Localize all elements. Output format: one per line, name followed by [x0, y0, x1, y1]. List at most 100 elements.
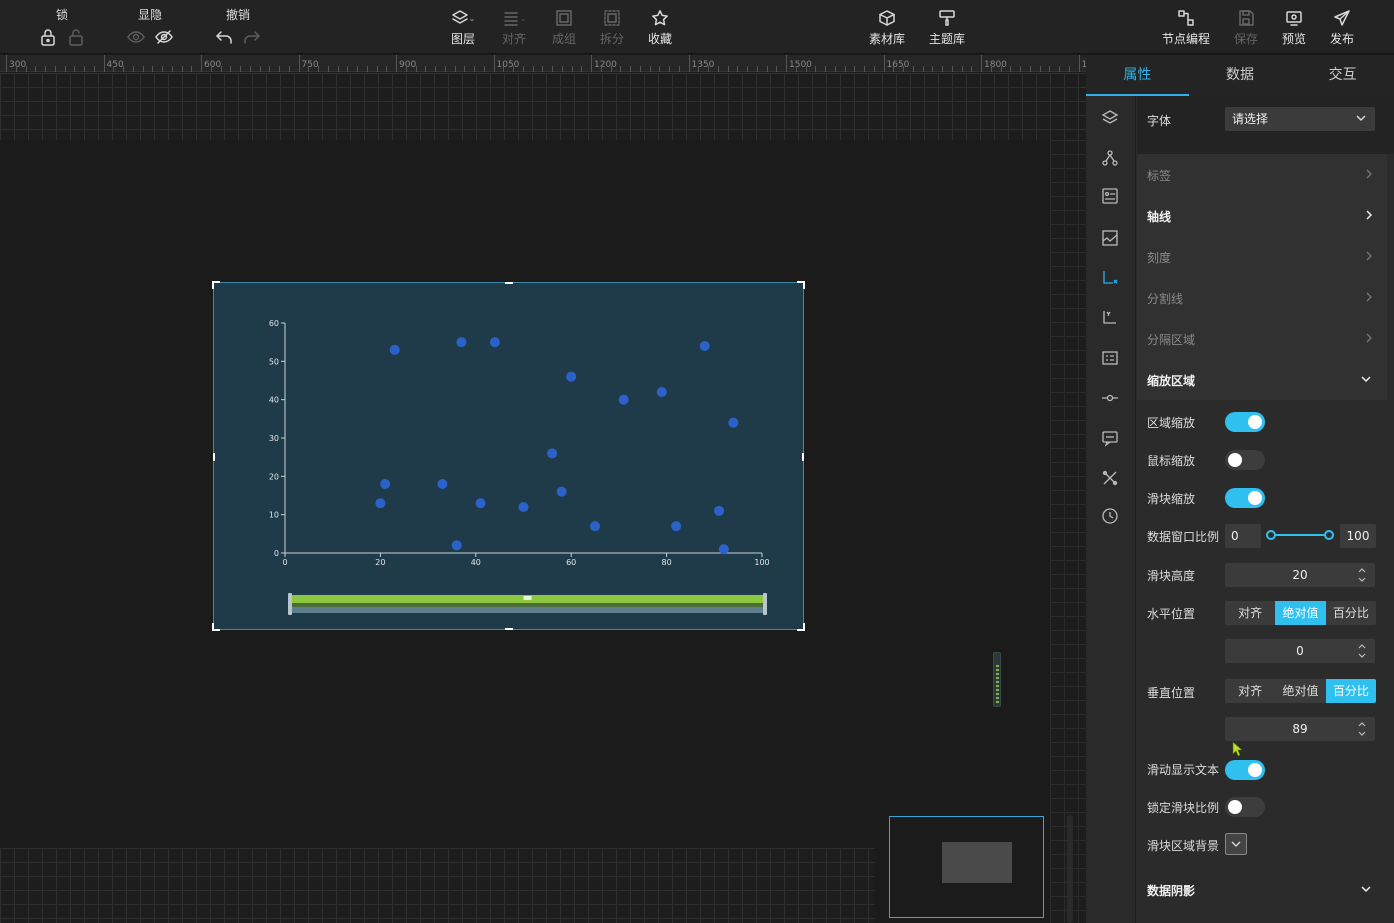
mouse-zoom-toggle[interactable] — [1225, 450, 1265, 470]
ruler-minor-tick — [873, 66, 875, 72]
ruler-minor-tick — [376, 66, 378, 72]
ruler-minor-tick — [903, 66, 904, 72]
ruler-minor-tick — [327, 66, 329, 72]
stepper-arrows-icon[interactable] — [1357, 719, 1367, 739]
slider-height-input[interactable]: 20 — [1225, 563, 1375, 587]
scatter-point — [547, 448, 558, 459]
resize-handle-bottom[interactable] — [505, 628, 513, 630]
tab-data[interactable]: 数据 — [1189, 55, 1292, 96]
save-button[interactable]: 保存 — [1226, 8, 1266, 47]
preview-button[interactable]: 预览 — [1274, 8, 1314, 47]
themes-button[interactable]: 主题库 — [927, 8, 967, 47]
minimap-scrollbar[interactable] — [1067, 815, 1073, 923]
monitor-eye-icon — [1274, 8, 1314, 28]
align-button[interactable]: ⌄ 对齐 — [494, 8, 534, 47]
visibility-group: 显隐 — [122, 6, 178, 49]
tab-interaction[interactable]: 交互 — [1291, 55, 1394, 96]
resize-handle-right[interactable] — [802, 453, 804, 461]
y-tick-label: 20 — [269, 472, 279, 481]
hide-icon[interactable] — [155, 28, 173, 49]
ungroup-icon — [592, 8, 632, 28]
unlock-icon[interactable] — [67, 28, 85, 49]
vertical-position-input[interactable]: 89 — [1225, 717, 1375, 741]
section-data-shadow[interactable]: 数据阴影 — [1137, 869, 1387, 910]
ruler-minor-tick — [678, 66, 680, 72]
stepper-arrows-icon[interactable] — [1357, 565, 1367, 585]
horizontal-option-absolute[interactable]: 绝对值 — [1275, 601, 1326, 625]
ruler-minor-tick — [415, 66, 417, 72]
horizontal-position-input[interactable]: 0 — [1225, 639, 1375, 663]
show-text-toggle[interactable] — [1225, 760, 1265, 780]
scatter-chart: 0 10 20 30 40 50 60 0 20 40 60 80 100 — [269, 319, 770, 615]
redo-icon[interactable] — [243, 28, 261, 49]
section-split-line[interactable]: 分割线 — [1137, 277, 1387, 318]
ruler-minor-tick — [454, 66, 456, 72]
chart-area-icon[interactable] — [1101, 229, 1121, 249]
layers-icon[interactable] — [1101, 109, 1121, 129]
layers-button[interactable]: ⌄ 图层 — [443, 8, 483, 47]
window-ratio-slider-end-handle[interactable] — [1324, 530, 1334, 540]
section-label[interactable]: 标签 — [1137, 154, 1387, 195]
vertical-option-align[interactable]: 对齐 — [1225, 679, 1275, 703]
ruler-minor-tick — [503, 66, 505, 72]
minimap[interactable] — [889, 816, 1044, 918]
resize-handle-bottom-right[interactable] — [797, 623, 805, 631]
lock-ratio-label: 锁定滑块比例 — [1147, 801, 1220, 815]
group-button[interactable]: 成组 — [544, 8, 584, 47]
window-ratio-start-input[interactable]: 0 — [1225, 524, 1261, 548]
show-icon[interactable] — [127, 28, 145, 49]
lock-ratio-toggle[interactable] — [1225, 797, 1265, 817]
canvas-scroll-indicator[interactable] — [993, 652, 1001, 707]
y-axis-icon[interactable] — [1101, 309, 1121, 329]
window-ratio-slider-start-handle[interactable] — [1266, 530, 1276, 540]
window-ratio-slider-track[interactable] — [1271, 534, 1331, 536]
ungroup-button[interactable]: 拆分 — [592, 8, 632, 47]
window-ratio-end-input[interactable]: 100 — [1340, 524, 1376, 548]
resize-handle-bottom-left[interactable] — [212, 623, 220, 631]
tooltip-icon[interactable] — [1101, 429, 1121, 449]
ruler-minor-tick — [279, 66, 280, 72]
lock-icon[interactable] — [39, 28, 57, 49]
top-toolbar: 锁 显隐 撤销 ⌄ 图层 ⌄ 对齐 成组 拆分 收藏 素材库 主题库 节点编程 … — [0, 0, 1394, 54]
area-zoom-toggle[interactable] — [1225, 412, 1265, 432]
stepper-arrows-icon[interactable] — [1357, 641, 1367, 661]
resize-handle-top[interactable] — [505, 282, 513, 284]
section-zoom-area[interactable]: 缩放区域 — [1137, 359, 1387, 400]
favorite-button[interactable]: 收藏 — [640, 8, 680, 47]
y-tick-label: 40 — [269, 396, 279, 405]
section-split-area[interactable]: 分隔区域 — [1137, 318, 1387, 359]
ruler-major-tick — [981, 55, 982, 72]
section-ticks[interactable]: 刻度 — [1137, 236, 1387, 277]
chevron-down-icon — [1355, 107, 1367, 139]
canvas-area[interactable]: 300 450 600 750 900 1050 1200 1350 1500 1650 1800 1… — [0, 55, 1086, 923]
ruler-minor-tick — [600, 66, 602, 72]
horizontal-option-percent[interactable]: 百分比 — [1326, 601, 1376, 625]
x-axis-icon[interactable] — [1101, 269, 1121, 289]
assets-button[interactable]: 素材库 — [867, 8, 907, 47]
clock-icon[interactable] — [1101, 507, 1121, 527]
tools-icon[interactable] — [1101, 469, 1121, 489]
horizontal-option-align[interactable]: 对齐 — [1225, 601, 1275, 625]
series-icon[interactable] — [1101, 389, 1121, 409]
resize-handle-left[interactable] — [213, 453, 215, 461]
font-select[interactable]: 请选择 — [1225, 107, 1375, 131]
settings-panel-icon[interactable] — [1101, 187, 1121, 207]
scatter-chart-widget[interactable]: 0 10 20 30 40 50 60 0 20 40 60 80 100 — [212, 281, 805, 631]
publish-button[interactable]: 发布 — [1322, 8, 1362, 47]
vertical-option-percent[interactable]: 百分比 — [1325, 679, 1376, 703]
undo-icon[interactable] — [215, 28, 233, 49]
section-axis-line[interactable]: 轴线 — [1137, 195, 1387, 236]
ruler-minor-tick — [610, 66, 612, 72]
network-icon[interactable] — [1101, 149, 1121, 169]
slider-zoom-toggle[interactable] — [1225, 488, 1265, 508]
resize-handle-top-left[interactable] — [212, 281, 220, 289]
resize-handle-top-right[interactable] — [797, 281, 805, 289]
slider-height-label: 滑块高度 — [1147, 569, 1196, 583]
tab-properties[interactable]: 属性 — [1086, 55, 1189, 96]
vertical-option-absolute[interactable]: 绝对值 — [1275, 679, 1325, 703]
legend-icon[interactable] — [1101, 349, 1121, 369]
node-programming-button[interactable]: 节点编程 — [1160, 8, 1212, 47]
minimap-viewport[interactable] — [942, 842, 1012, 883]
ruler-label: 1050 — [496, 60, 520, 70]
slider-background-color-picker[interactable] — [1225, 833, 1247, 855]
